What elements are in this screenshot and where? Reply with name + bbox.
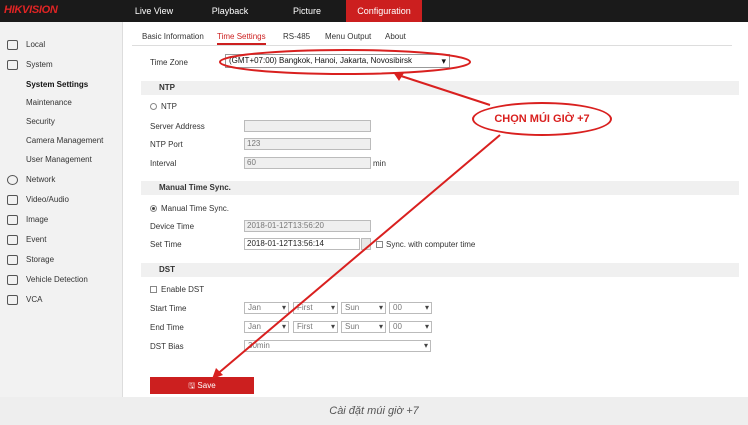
annotation-callout: CHỌN MÚI GIỜ +7 — [472, 102, 612, 136]
image-caption: Cài đặt múi giờ +7 — [0, 397, 748, 425]
annotation-overlay — [212, 49, 501, 379]
arrow-to-save — [214, 134, 501, 377]
time-zone-highlight-ellipse — [219, 49, 471, 75]
arrow-to-time-zone — [394, 73, 491, 106]
